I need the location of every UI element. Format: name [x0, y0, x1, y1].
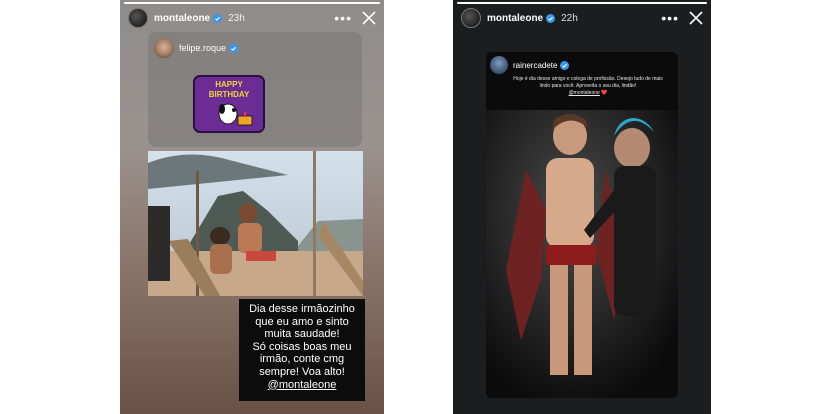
reshare-header: rainercadete: [490, 56, 570, 74]
story-progress-bar: [457, 2, 707, 4]
reshare-username[interactable]: rainercadete: [513, 61, 557, 70]
reshared-story-card[interactable]: felipe.roque HAPPY BIRTHDAY: [148, 32, 362, 147]
story-panel-2[interactable]: montaleone 22h ••• rainercadete Hoje é d…: [453, 0, 711, 414]
avatar[interactable]: [461, 8, 481, 28]
reshared-story-card[interactable]: rainercadete Hoje é dia desse amigo e co…: [486, 52, 678, 398]
close-icon[interactable]: [362, 11, 376, 25]
reshare-caption-text: Hoje é dia desse amigo e colega de profi…: [513, 76, 663, 89]
verified-icon: [560, 60, 570, 70]
story-timestamp: 23h: [228, 12, 245, 24]
story-progress-bar: [124, 2, 380, 4]
caption-line: irmão, conte cmg: [259, 353, 345, 366]
caption-line: muita saudade!: [264, 328, 340, 341]
story-timestamp: 22h: [561, 12, 578, 24]
more-icon[interactable]: •••: [334, 11, 352, 25]
reshare-username[interactable]: felipe.roque: [179, 43, 226, 53]
reshare-avatar[interactable]: [154, 38, 174, 58]
beach-photo: [148, 151, 363, 296]
caption-line: Só coisas boas meu: [252, 340, 352, 353]
sticker-text-birthday: BIRTHDAY: [209, 90, 250, 99]
caption-line: sempre! Voa alto!: [259, 365, 345, 378]
reshare-caption: Hoje é dia desse amigo e colega de profi…: [508, 76, 668, 97]
verified-icon: [229, 43, 239, 53]
story-header: montaleone 22h •••: [461, 7, 703, 29]
caption-line: que eu amo e sinto: [255, 315, 349, 328]
story-username[interactable]: montaleone: [154, 13, 210, 24]
more-icon[interactable]: •••: [661, 11, 679, 25]
caption-mention-link[interactable]: @montaleone: [241, 379, 363, 392]
reshare-header: felipe.roque: [154, 38, 239, 58]
stage-photo: [486, 110, 678, 398]
close-icon[interactable]: [689, 11, 703, 25]
caption-line: Dia desse irmãozinho: [249, 303, 355, 315]
sticker-text-happy: HAPPY: [215, 80, 243, 89]
avatar[interactable]: [128, 8, 148, 28]
verified-icon: [546, 13, 556, 23]
reshare-avatar[interactable]: [490, 56, 508, 74]
story-caption: Dia desse irmãozinho que eu amo e sinto …: [239, 299, 365, 401]
story-username[interactable]: montaleone: [487, 13, 543, 24]
heart-emoji: ❤️: [601, 90, 608, 96]
story-header: montaleone 23h •••: [128, 7, 376, 29]
birthday-sticker: HAPPY BIRTHDAY: [193, 75, 265, 133]
reshare-mention-link[interactable]: @montaleone: [569, 90, 600, 96]
verified-icon: [213, 13, 223, 23]
